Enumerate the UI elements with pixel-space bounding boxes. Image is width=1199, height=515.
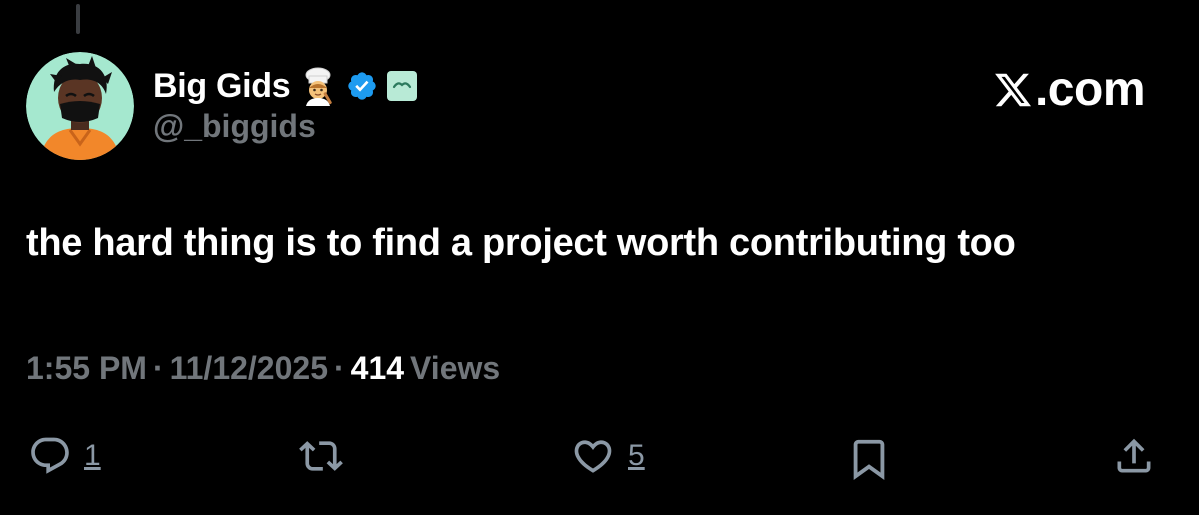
brand-domain-text: .com [1034, 63, 1146, 116]
like-button[interactable]: 5 [570, 434, 645, 478]
affiliate-badge-icon[interactable] [386, 70, 418, 102]
author-name-row: Big Gids [153, 64, 418, 108]
avatar[interactable] [26, 52, 134, 160]
reply-count[interactable]: 1 [84, 439, 101, 473]
post-time[interactable]: 1:55 PM [26, 350, 147, 387]
like-count[interactable]: 5 [628, 439, 645, 473]
author-handle[interactable]: @_biggids [153, 108, 316, 145]
reply-icon [28, 434, 72, 478]
bookmark-icon [846, 434, 892, 484]
x-logo-icon [993, 70, 1033, 110]
verified-badge-icon[interactable] [346, 70, 378, 102]
brand-watermark: .com [993, 62, 1146, 117]
thread-connector-line [76, 4, 80, 34]
reply-button[interactable]: 1 [28, 434, 101, 478]
post-meta: 1:55 PM · 11/12/2025 · 414 Views [26, 350, 500, 387]
author-display-name[interactable]: Big Gids [153, 67, 291, 106]
bookmark-button[interactable] [846, 434, 892, 484]
share-button[interactable] [1112, 434, 1156, 478]
repost-icon [296, 434, 346, 478]
post-text: the hard thing is to find a project wort… [26, 222, 1016, 264]
avatar-illustration [26, 52, 134, 160]
post-date[interactable]: 11/12/2025 [170, 350, 328, 387]
action-bar: 1 5 [0, 434, 1199, 490]
views-label: Views [410, 350, 501, 386]
chef-emoji-icon [298, 66, 338, 106]
share-icon [1112, 434, 1156, 478]
meta-separator: · [152, 350, 164, 386]
views-count: 414 [350, 350, 405, 386]
like-icon [570, 434, 616, 478]
repost-button[interactable] [296, 434, 346, 478]
meta-separator: · [333, 350, 345, 386]
